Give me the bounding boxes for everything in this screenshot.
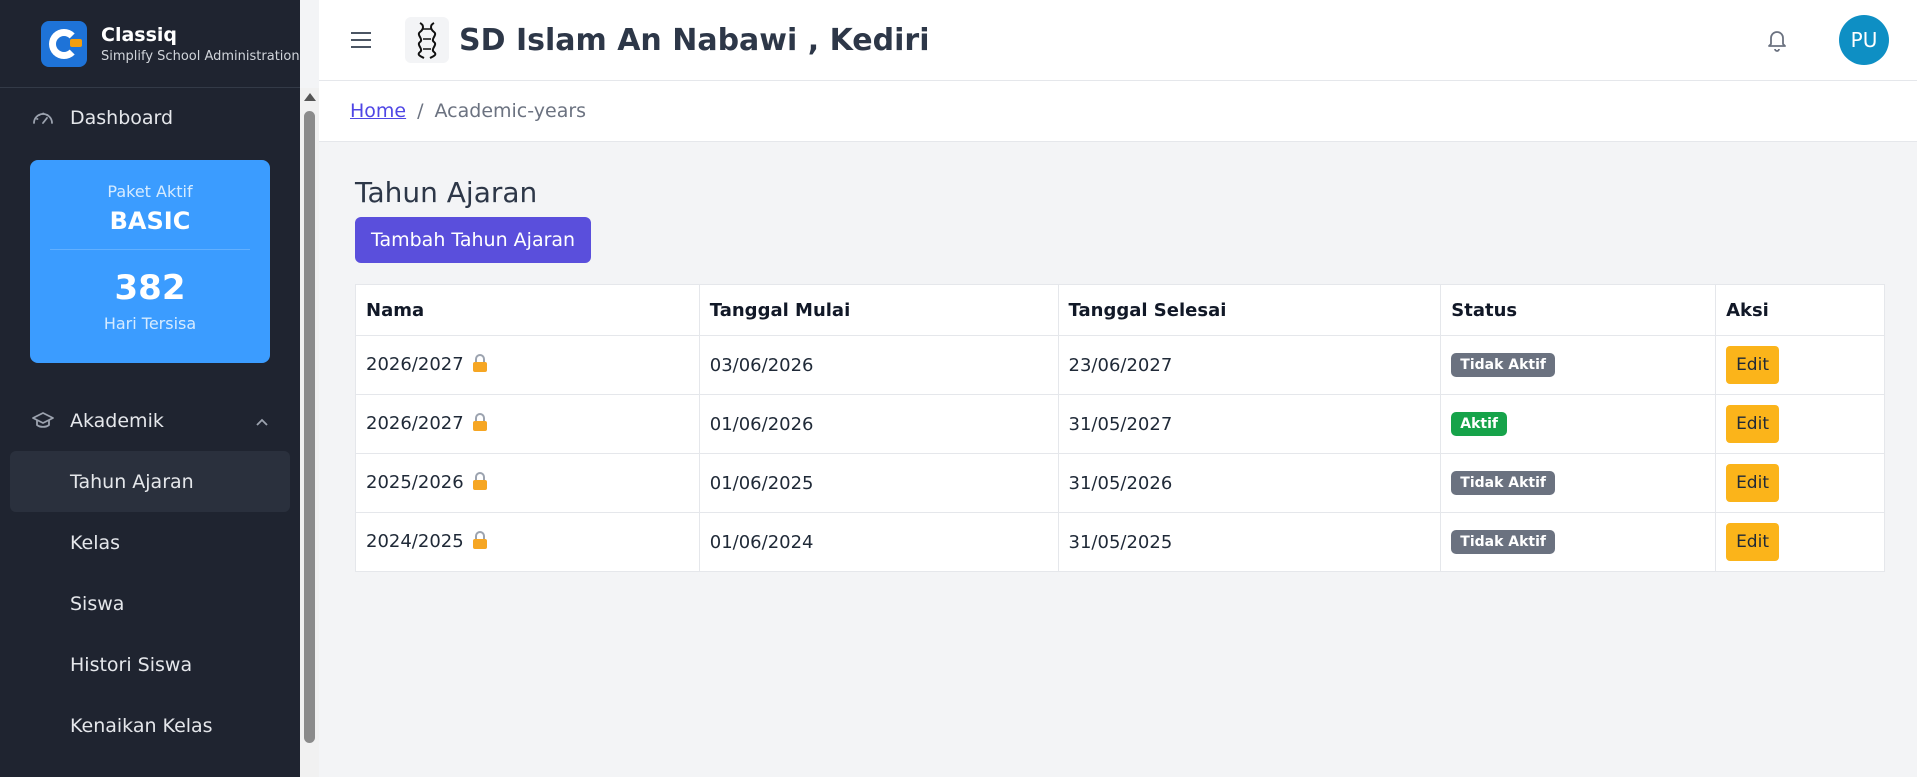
status-badge: Tidak Aktif — [1451, 353, 1555, 377]
cell-end-date: 31/05/2025 — [1057, 512, 1442, 572]
sidebar-item-kelas[interactable]: Kelas — [0, 512, 300, 573]
table-row: 2024/2025 01/06/2024 31/05/2025 Tidak Ak… — [355, 512, 1885, 572]
cell-status: Aktif — [1440, 394, 1717, 454]
cell-status: Tidak Aktif — [1440, 453, 1717, 513]
graduation-cap-icon — [30, 408, 56, 434]
sidebar-item-label: Tahun Ajaran — [70, 470, 194, 493]
cell-start-date: 01/06/2024 — [698, 512, 1059, 572]
sidebar-section-akademik[interactable]: Akademik — [0, 391, 300, 451]
sidebar-item-histori-siswa[interactable]: Histori Siswa — [0, 634, 300, 695]
edit-button[interactable]: Edit — [1726, 464, 1779, 502]
table-row: 2026/2027 01/06/2026 31/05/2027 Aktif Ed… — [355, 394, 1885, 454]
cell-end-date: 31/05/2026 — [1057, 453, 1442, 513]
cell-name: 2026/2027 — [355, 335, 700, 395]
school-logo-icon — [405, 17, 449, 63]
plan-divider — [50, 249, 250, 250]
sidebar-item-dashboard[interactable]: Dashboard — [0, 88, 300, 148]
classiq-logo-icon — [41, 20, 87, 67]
edit-button[interactable]: Edit — [1726, 523, 1779, 561]
edit-button[interactable]: Edit — [1726, 346, 1779, 384]
sidebar-item-tahun-ajaran[interactable]: Tahun Ajaran — [10, 451, 290, 512]
year-name: 2025/2026 — [366, 471, 464, 493]
cell-action: Edit — [1715, 335, 1885, 395]
column-header-aksi: Aksi — [1715, 284, 1885, 336]
sidebar-item-label: Histori Siswa — [70, 653, 193, 676]
chevron-up-icon[interactable] — [254, 413, 270, 435]
cell-start-date: 01/06/2026 — [698, 394, 1059, 454]
sidebar-item-label: Kenaikan Kelas — [70, 714, 213, 737]
main-content: Tahun Ajaran Tambah Tahun Ajaran Nama Ta… — [355, 142, 1885, 572]
academic-years-table: Nama Tanggal Mulai Tanggal Selesai Statu… — [355, 284, 1885, 572]
column-header-tanggal-mulai: Tanggal Mulai — [698, 284, 1059, 336]
cell-name: 2025/2026 — [355, 453, 700, 513]
sidebar-item-kenaikan-kelas[interactable]: Kenaikan Kelas — [0, 695, 300, 756]
scrollbar-thumb[interactable] — [304, 111, 315, 743]
add-academic-year-button[interactable]: Tambah Tahun Ajaran — [355, 217, 592, 263]
year-name: 2024/2025 — [366, 530, 464, 552]
topbar: SD Islam An Nabawi , Kediri PU — [319, 0, 1917, 81]
status-badge: Tidak Aktif — [1451, 530, 1555, 554]
lock-icon — [472, 353, 488, 377]
scroll-up-arrow-icon[interactable] — [303, 93, 316, 101]
cell-end-date: 23/06/2027 — [1057, 335, 1442, 395]
cell-end-date: 31/05/2027 — [1057, 394, 1442, 454]
plan-days-remaining: 382 — [114, 268, 186, 308]
plan-days-label: Hari Tersisa — [103, 314, 197, 333]
cell-start-date: 03/06/2026 — [698, 335, 1059, 395]
cell-action: Edit — [1715, 394, 1885, 454]
page-title: Tahun Ajaran — [355, 176, 538, 209]
gauge-icon — [30, 105, 56, 131]
cell-status: Tidak Aktif — [1440, 335, 1717, 395]
table-row: 2026/2027 03/06/2026 23/06/2027 Tidak Ak… — [355, 335, 1885, 395]
edit-button[interactable]: Edit — [1726, 405, 1779, 443]
cell-action: Edit — [1715, 512, 1885, 572]
brand[interactable]: Classiq Simplify School Administration — [0, 0, 300, 88]
cell-name: 2026/2027 — [355, 394, 700, 454]
table-header-row: Nama Tanggal Mulai Tanggal Selesai Statu… — [355, 284, 1885, 336]
table-row: 2025/2026 01/06/2025 31/05/2026 Tidak Ak… — [355, 453, 1885, 513]
lock-icon — [472, 530, 488, 554]
hamburger-menu-icon[interactable] — [351, 32, 371, 48]
breadcrumb-current: Academic-years — [434, 100, 587, 122]
column-header-tanggal-selesai: Tanggal Selesai — [1057, 284, 1442, 336]
plan-name: BASIC — [109, 207, 191, 235]
sidebar-scrollbar[interactable] — [300, 88, 319, 777]
school-name: SD Islam An Nabawi , Kediri — [459, 22, 930, 58]
sidebar-section-label: Akademik — [70, 410, 164, 432]
year-name: 2026/2027 — [366, 412, 464, 434]
sidebar-item-label: Dashboard — [70, 107, 174, 129]
column-header-status: Status — [1440, 284, 1717, 336]
plan-label: Paket Aktif — [107, 182, 193, 201]
cell-start-date: 01/06/2025 — [698, 453, 1059, 513]
column-header-nama: Nama — [355, 284, 700, 336]
brand-name: Classiq — [101, 23, 178, 46]
notification-bell-icon[interactable] — [1765, 27, 1789, 57]
status-badge: Aktif — [1451, 412, 1507, 436]
status-badge: Tidak Aktif — [1451, 471, 1555, 495]
lock-icon — [472, 471, 488, 495]
plan-card: Paket Aktif BASIC 382 Hari Tersisa — [30, 160, 270, 363]
sidebar-item-label: Kelas — [70, 531, 121, 554]
cell-name: 2024/2025 — [355, 512, 700, 572]
avatar[interactable]: PU — [1839, 15, 1889, 65]
sidebar-item-label: Siswa — [70, 592, 125, 615]
brand-tagline: Simplify School Administration — [101, 48, 300, 64]
breadcrumb: Home / Academic-years — [319, 81, 1917, 142]
sidebar-item-siswa[interactable]: Siswa — [0, 573, 300, 634]
cell-action: Edit — [1715, 453, 1885, 513]
sidebar-scroll-area: Dashboard Paket Aktif BASIC 382 Hari Ter… — [0, 88, 300, 777]
sidebar: Classiq Simplify School Administration D… — [0, 0, 300, 777]
breadcrumb-home-link[interactable]: Home — [350, 100, 406, 122]
lock-icon — [472, 412, 488, 436]
year-name: 2026/2027 — [366, 353, 464, 375]
cell-status: Tidak Aktif — [1440, 512, 1717, 572]
breadcrumb-separator: / — [417, 100, 424, 122]
